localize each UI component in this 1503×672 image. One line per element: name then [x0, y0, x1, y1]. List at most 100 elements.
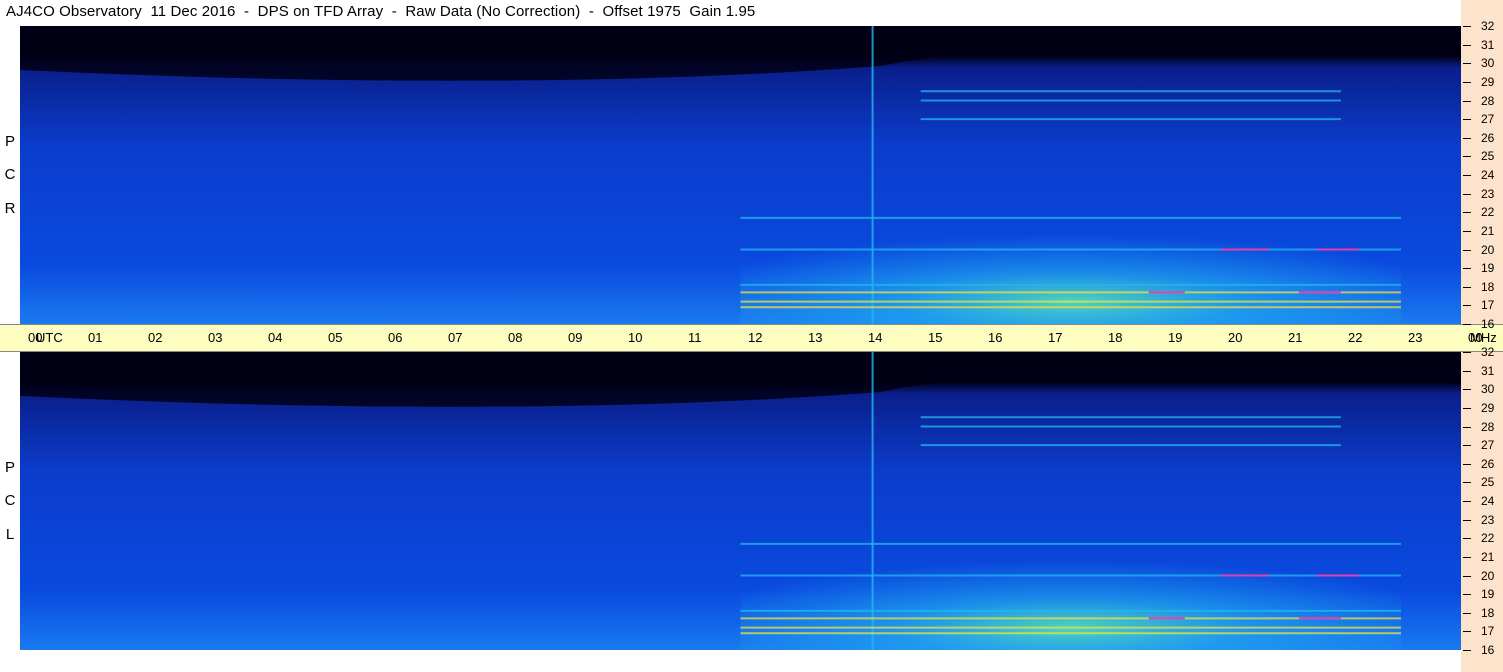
- mhz-unit-label: MHz: [1470, 330, 1497, 345]
- freq-tick-label: 22: [1481, 205, 1495, 220]
- freq-tick: [1463, 538, 1471, 540]
- freq-tick: [1463, 463, 1471, 465]
- freq-tick-label: 18: [1481, 605, 1495, 620]
- freq-tick: [1463, 501, 1471, 502]
- freq-tick: [1463, 482, 1471, 484]
- freq-tick: [1463, 156, 1471, 158]
- freq-tick: [1463, 370, 1471, 372]
- freq-tick: [1463, 212, 1471, 214]
- utc-tick-label: 13: [808, 330, 823, 345]
- freq-tick-label: 16: [1481, 317, 1495, 331]
- freq-tick-label: 31: [1481, 37, 1495, 52]
- freq-tick-label: 26: [1481, 456, 1495, 471]
- freq-tick-label: 25: [1481, 149, 1495, 164]
- utc-tick-label: 18: [1108, 330, 1123, 345]
- utc-tick-label: 19: [1168, 330, 1183, 345]
- freq-tick: [1463, 650, 1471, 651]
- freq-tick: [1463, 389, 1471, 391]
- utc-tick-label: 17: [1048, 330, 1063, 345]
- freq-tick-label: 19: [1481, 587, 1495, 602]
- freq-tick-label: 29: [1481, 74, 1495, 89]
- freq-tick-label: 27: [1481, 112, 1495, 127]
- freq-tick: [1463, 230, 1471, 232]
- freq-tick: [1463, 519, 1471, 521]
- freq-tick-label: 28: [1481, 419, 1495, 434]
- utc-tick-label: 05: [328, 330, 343, 345]
- freq-tick: [1463, 249, 1471, 251]
- freq-tick-label: 22: [1481, 531, 1495, 546]
- freq-tick: [1463, 119, 1471, 121]
- freq-tick-label: 20: [1481, 242, 1495, 257]
- freq-tick-label: 31: [1481, 363, 1495, 378]
- utc-tick-label: 06: [388, 330, 403, 345]
- freq-tick: [1463, 44, 1471, 46]
- utc-tick-label: 21: [1288, 330, 1303, 345]
- rcp-label-p: P: [4, 133, 15, 150]
- lcp-label-p: P: [4, 459, 15, 476]
- freq-tick: [1463, 26, 1471, 27]
- freq-tick-label: 21: [1481, 223, 1495, 238]
- utc-tick-label: 08: [508, 330, 523, 345]
- freq-tick: [1463, 407, 1471, 409]
- freq-tick-label: 29: [1481, 400, 1495, 415]
- rcp-spectrogram: [20, 26, 1461, 324]
- chart-title: AJ4CO Observatory 11 Dec 2016 - DPS on T…: [6, 3, 756, 20]
- freq-tick: [1463, 286, 1471, 288]
- freq-tick: [1463, 175, 1471, 176]
- freq-tick-label: 30: [1481, 56, 1495, 71]
- utc-tick-label: 12: [748, 330, 763, 345]
- freq-tick: [1463, 137, 1471, 139]
- freq-tick-label: 28: [1481, 93, 1495, 108]
- freq-tick-label: 18: [1481, 279, 1495, 294]
- freq-tick: [1463, 268, 1471, 270]
- freq-tick-label: 32: [1481, 345, 1495, 359]
- lcp-spectrogram: [20, 352, 1461, 650]
- utc-tick-label: 02: [148, 330, 163, 345]
- freq-tick: [1463, 63, 1471, 65]
- freq-tick-label: 25: [1481, 475, 1495, 490]
- freq-tick: [1463, 445, 1471, 447]
- utc-tick-label: 03: [208, 330, 223, 345]
- utc-tick-label: 22: [1348, 330, 1363, 345]
- freq-tick: [1463, 193, 1471, 195]
- freq-tick-label: 17: [1481, 298, 1495, 313]
- freq-tick-label: 26: [1481, 130, 1495, 145]
- freq-tick: [1463, 556, 1471, 558]
- rcp-label-c: C: [4, 166, 16, 183]
- utc-unit-label: UTC: [36, 330, 63, 345]
- utc-tick-label: 07: [448, 330, 463, 345]
- freq-tick: [1463, 594, 1471, 596]
- lcp-label-c: C: [4, 492, 16, 509]
- utc-tick-label: 10: [628, 330, 643, 345]
- freq-tick-label: 24: [1481, 168, 1495, 182]
- freq-tick: [1463, 631, 1471, 633]
- freq-tick: [1463, 426, 1471, 428]
- lcp-label-l: L: [5, 526, 15, 543]
- freq-tick: [1463, 612, 1471, 614]
- utc-tick-label: 23: [1408, 330, 1423, 345]
- freq-tick-label: 20: [1481, 568, 1495, 583]
- freq-tick-label: 23: [1481, 512, 1495, 527]
- utc-tick-label: 04: [268, 330, 283, 345]
- freq-tick-label: 30: [1481, 382, 1495, 397]
- time-axis: 00 01 02 03 04 05 06 07 08 09 10 11 12 13 14 15 16 17 18 19…: [0, 324, 1503, 352]
- freq-tick-label: 19: [1481, 261, 1495, 276]
- rcp-label-r: R: [4, 200, 16, 217]
- freq-tick-label: 21: [1481, 549, 1495, 564]
- utc-tick-label: 11: [688, 330, 702, 345]
- freq-tick-label: 16: [1481, 643, 1495, 657]
- freq-tick-label: 23: [1481, 186, 1495, 201]
- lcp-spectrogram-svg: [20, 352, 1461, 650]
- utc-tick-label: 20: [1228, 330, 1243, 345]
- freq-tick-label: 17: [1481, 624, 1495, 639]
- utc-tick-label: 16: [988, 330, 1003, 345]
- freq-tick: [1463, 100, 1471, 102]
- freq-tick: [1463, 352, 1471, 353]
- freq-tick: [1463, 575, 1471, 577]
- utc-tick-label: 15: [928, 330, 943, 345]
- freq-tick: [1463, 305, 1471, 307]
- freq-tick-label: 32: [1481, 19, 1495, 33]
- freq-tick: [1463, 81, 1471, 83]
- utc-tick-label: 09: [568, 330, 583, 345]
- utc-tick-label: 01: [88, 330, 103, 345]
